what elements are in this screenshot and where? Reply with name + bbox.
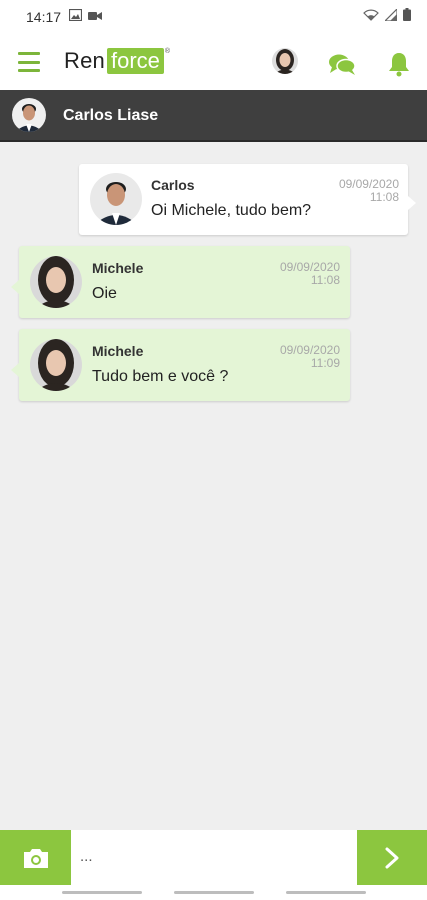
nav-recents-button[interactable] <box>62 891 142 894</box>
camera-button[interactable] <box>0 830 71 885</box>
message-input[interactable] <box>80 838 350 874</box>
message-avatar-michele <box>30 256 82 308</box>
message-date: 09/09/2020 <box>279 343 340 357</box>
renforce-logo: Ren force ® <box>64 48 170 74</box>
message-date: 09/09/2020 <box>338 177 399 191</box>
send-button[interactable] <box>357 830 427 885</box>
message-time: 11:08 <box>310 273 340 287</box>
message-bubble-received: Michele Tudo bem e você ? 09/09/2020 11:… <box>11 329 350 401</box>
bubble-tail <box>408 196 416 210</box>
status-time: 14:17 <box>26 9 62 25</box>
message-composer <box>0 830 427 885</box>
message-time: 11:08 <box>369 190 399 204</box>
contact-avatar[interactable] <box>12 98 46 132</box>
chat-button[interactable] <box>328 52 356 76</box>
signal-icon <box>383 7 398 26</box>
logo-text-ren: Ren <box>64 48 105 73</box>
app-header: Ren force ® <box>0 34 427 90</box>
notifications-button[interactable] <box>387 51 411 77</box>
menu-button[interactable] <box>18 52 40 72</box>
menu-icon-line <box>18 60 40 64</box>
message-date: 09/09/2020 <box>279 260 340 274</box>
message-time: 11:09 <box>310 356 340 370</box>
message-text: Oie <box>92 285 117 302</box>
camera-icon <box>23 848 48 868</box>
message-text: Oi Michele, tudo bem? <box>151 202 312 219</box>
system-nav-bar <box>0 885 427 900</box>
wifi-icon <box>363 8 379 26</box>
video-icon <box>88 8 103 26</box>
profile-avatar[interactable] <box>272 48 298 74</box>
status-left-icons <box>68 8 103 26</box>
contact-name: Carlos Liase <box>63 107 159 124</box>
message-avatar-carlos <box>90 173 142 225</box>
message-author: Michele <box>92 260 144 276</box>
logo-registered-mark: ® <box>164 47 171 55</box>
bell-icon <box>389 53 409 77</box>
chevron-right-icon <box>385 847 399 868</box>
conversation-header: Carlos Liase <box>0 90 427 142</box>
menu-icon-line <box>18 69 40 72</box>
bubble-tail <box>11 363 19 377</box>
battery-icon <box>403 8 411 26</box>
message-bubble-sent: Carlos Oi Michele, tudo bem? 09/09/2020 … <box>79 164 416 235</box>
status-right-icons <box>363 7 411 26</box>
nav-home-button[interactable] <box>174 891 254 894</box>
message-bubble-received: Michele Oie 09/09/2020 11:08 <box>11 246 350 318</box>
nav-back-button[interactable] <box>286 891 366 894</box>
message-text: Tudo bem e você ? <box>92 368 229 385</box>
bubble-tail <box>11 280 19 294</box>
image-icon <box>68 8 83 26</box>
logo-text-force: force <box>106 48 164 74</box>
chat-icon <box>329 54 356 75</box>
message-author: Michele <box>92 343 144 359</box>
menu-icon-line <box>18 52 40 55</box>
message-avatar-michele <box>30 339 82 391</box>
message-author: Carlos <box>151 177 195 193</box>
status-bar: 14:17 <box>0 0 427 34</box>
